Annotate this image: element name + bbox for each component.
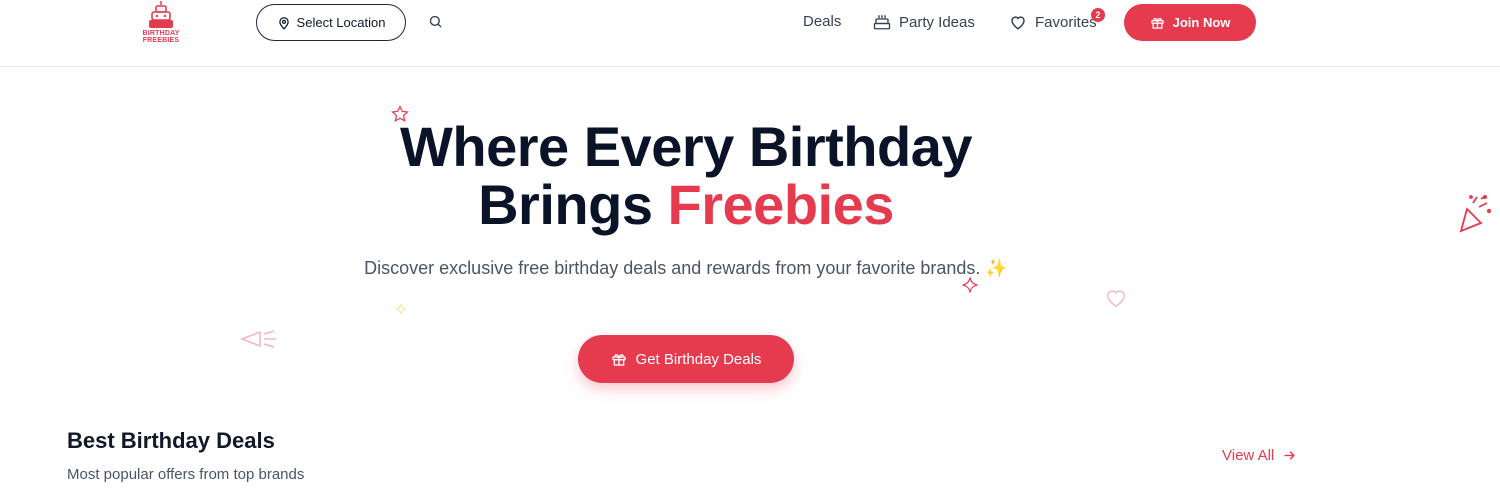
logo-text-line1: BIRTHDAY bbox=[142, 30, 180, 37]
hero-title-line2: Brings bbox=[478, 173, 668, 236]
heart-icon bbox=[1011, 16, 1025, 30]
location-pin-icon bbox=[278, 16, 289, 30]
site-header: BIRTHDAY FREEBIES Select Location Deals … bbox=[0, 0, 1500, 67]
nav-party-ideas-label: Party Ideas bbox=[899, 13, 975, 31]
view-all-link[interactable]: View All bbox=[1222, 447, 1297, 464]
gift-icon bbox=[1150, 18, 1164, 29]
arrow-right-icon bbox=[1284, 451, 1296, 460]
heart-outline-icon bbox=[1107, 290, 1125, 307]
favorites-count-badge: 2 bbox=[1091, 8, 1105, 22]
join-now-button[interactable]: Join Now bbox=[1124, 4, 1256, 41]
search-icon bbox=[429, 15, 442, 28]
cake-icon bbox=[873, 15, 891, 30]
party-popper-icon bbox=[1459, 194, 1492, 233]
search-button[interactable] bbox=[426, 12, 444, 30]
nav-link-deals[interactable]: Deals bbox=[803, 13, 841, 30]
hero-subtitle: Discover exclusive free birthday deals a… bbox=[364, 258, 1008, 278]
nav-favorites-label: Favorites bbox=[1035, 13, 1097, 31]
select-location-button[interactable]: Select Location bbox=[256, 4, 406, 41]
hero-title-line1: Where Every Birthday bbox=[400, 115, 972, 178]
section-title: Best Birthday Deals bbox=[67, 428, 275, 453]
get-birthday-deals-button[interactable]: Get Birthday Deals bbox=[578, 335, 794, 383]
section-subtitle: Most popular offers from top brands bbox=[67, 466, 305, 483]
megaphone-icon bbox=[240, 330, 276, 348]
view-all-label: View All bbox=[1222, 447, 1275, 464]
logo-text-line2: FREEBIES bbox=[142, 37, 180, 44]
select-location-label: Select Location bbox=[296, 15, 386, 30]
nav-link-party-ideas[interactable]: Party Ideas bbox=[873, 11, 975, 33]
join-now-label: Join Now bbox=[1172, 15, 1231, 30]
cake-logo-icon bbox=[149, 1, 173, 28]
gift-icon bbox=[611, 354, 626, 366]
hero-title: Where Every Birthday Brings Freebies bbox=[336, 118, 1036, 234]
site-logo[interactable]: BIRTHDAY FREEBIES bbox=[138, 0, 184, 46]
sparkle-small-icon bbox=[395, 303, 407, 315]
nav-link-favorites[interactable]: Favorites bbox=[1009, 11, 1097, 33]
hero-title-accent: Freebies bbox=[667, 173, 895, 236]
get-birthday-deals-label: Get Birthday Deals bbox=[635, 350, 762, 368]
